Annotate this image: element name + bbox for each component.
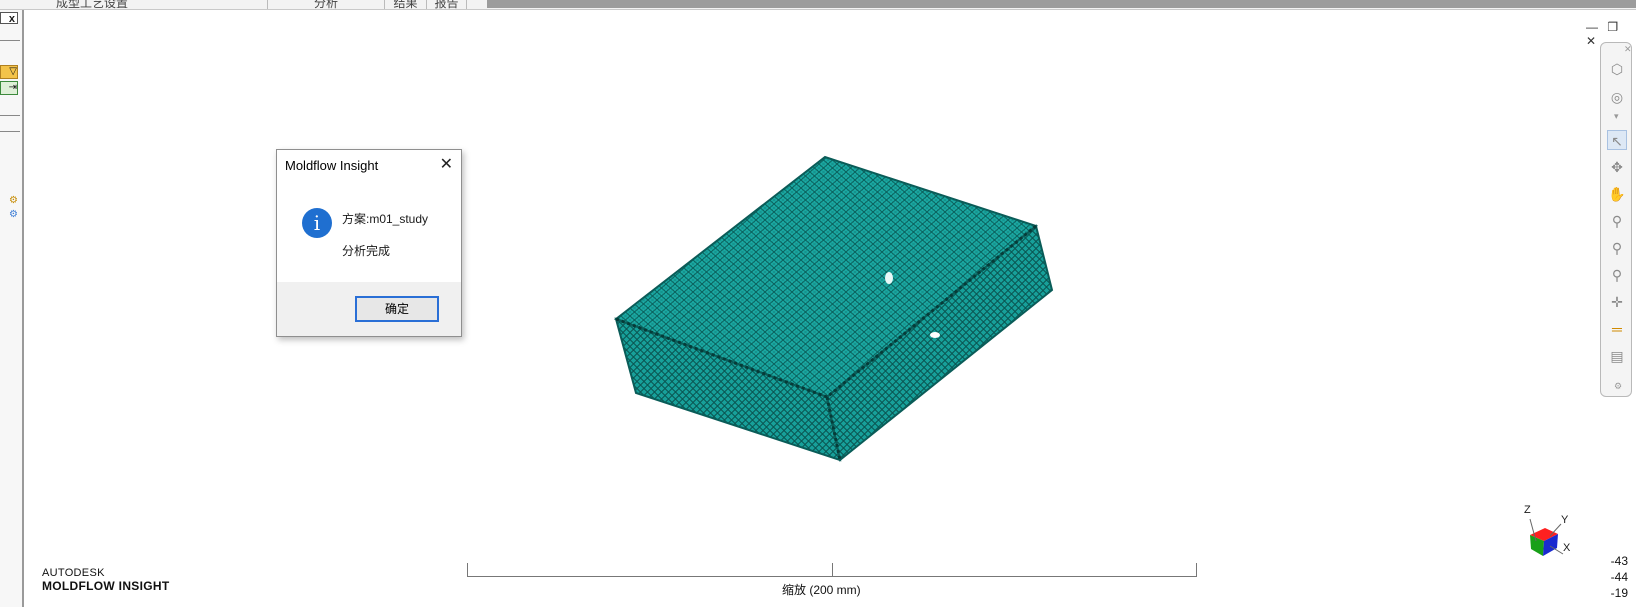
zoom-fit-icon[interactable]: ⚲ xyxy=(1607,265,1627,285)
coordinate-readout: -43 -44 -19 xyxy=(1604,553,1628,601)
mesh-feature xyxy=(930,332,940,338)
ok-button[interactable]: 确定 xyxy=(355,296,439,322)
brand-product: MOLDFLOW INSIGHT xyxy=(42,579,170,593)
coord-x: -43 xyxy=(1610,554,1628,568)
close-icon[interactable]: ✕ xyxy=(1586,34,1599,48)
model-canvas xyxy=(613,155,1564,556)
scale-bar xyxy=(467,563,1197,577)
axis-triad xyxy=(1529,518,1564,556)
dialog-message-status: 分析完成 xyxy=(342,244,391,258)
restore-icon[interactable]: ❐ xyxy=(1607,20,1621,34)
autodesk-logo: AUTODESK MOLDFLOW INSIGHT xyxy=(42,567,169,593)
scale-bar-label: 缩放 (200 mm) xyxy=(782,583,861,597)
minimize-icon[interactable]: — xyxy=(1586,20,1601,34)
axis-label-z: Z xyxy=(1524,504,1531,516)
select-pointer-icon[interactable]: ↖ xyxy=(1607,130,1627,150)
navigation-toolbar: ✕ ⬡ ◎ ▾ ↖ ✥ ✋ ⚲ ⚲ ⚲ ✛ ═ ▤ ⚙ xyxy=(1600,42,1632,397)
info-icon: i xyxy=(302,208,332,238)
zoom-icon[interactable]: ⚲ xyxy=(1607,211,1627,231)
brand-company: AUTODESK xyxy=(42,567,105,579)
axis-label-y: Y xyxy=(1561,514,1569,526)
mesh-feature xyxy=(885,272,893,284)
message-dialog: Moldflow Insight ✕ i 方案:m01_study 分析完成 确… xyxy=(276,149,462,337)
orbit-ring-icon[interactable]: ◎ xyxy=(1607,87,1627,107)
pan-hand-icon[interactable]: ✋ xyxy=(1607,184,1627,204)
coord-z: -19 xyxy=(1610,586,1628,600)
rotate-icon[interactable]: ✥ xyxy=(1607,157,1627,177)
axis-label-x: X xyxy=(1563,542,1571,554)
dialog-footer: 确定 xyxy=(277,282,461,336)
print-icon[interactable]: ▤ xyxy=(1607,346,1627,366)
scale-bar-midtick xyxy=(832,563,833,576)
center-icon[interactable]: ✛ xyxy=(1607,292,1627,312)
dialog-message-study: 方案:m01_study xyxy=(342,212,429,226)
dialog-close-icon[interactable]: ✕ xyxy=(440,154,453,174)
coord-y: -44 xyxy=(1610,570,1628,584)
measure-icon[interactable]: ═ xyxy=(1607,319,1627,339)
toolbar-close-icon[interactable]: ✕ xyxy=(1624,44,1632,55)
zoom-window-icon[interactable]: ⚲ xyxy=(1607,238,1627,258)
viewcube-icon[interactable]: ⬡ xyxy=(1607,59,1627,79)
toolbar-options-icon[interactable]: ⚙ xyxy=(1614,381,1622,392)
chevron-down-icon[interactable]: ▾ xyxy=(1614,111,1619,122)
dialog-title: Moldflow Insight xyxy=(285,158,379,173)
